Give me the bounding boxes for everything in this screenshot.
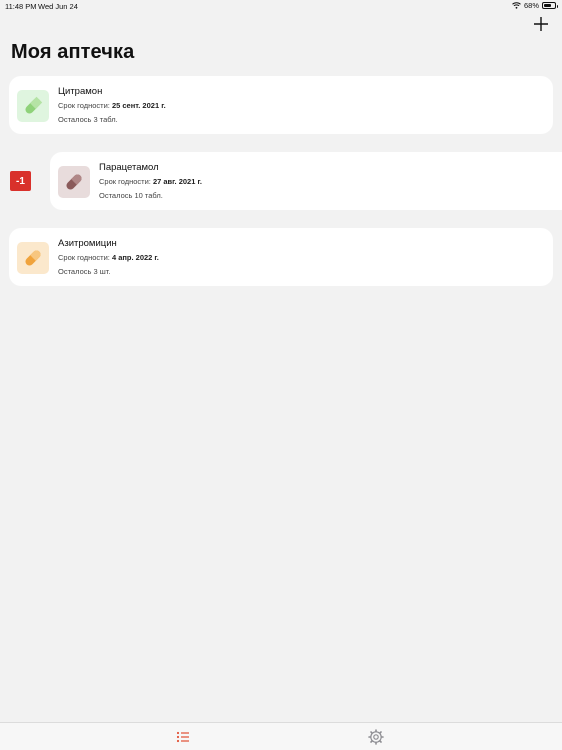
wifi-icon — [512, 2, 521, 9]
expiry-label: Срок годности: — [58, 101, 110, 110]
medicine-remaining: Осталось 10 табл. — [99, 191, 163, 200]
medicine-name: Цитрамон — [58, 86, 103, 97]
pill-tile — [17, 242, 49, 274]
medicine-remaining: Осталось 3 табл. — [58, 115, 118, 124]
pill-icon — [25, 96, 43, 114]
gear-icon — [368, 729, 384, 745]
tab-bar — [0, 722, 562, 750]
medicine-remaining: Осталось 3 шт. — [58, 267, 111, 276]
list-icon — [176, 731, 189, 743]
expiry-label: Срок годности: — [99, 177, 151, 186]
pill-tile — [58, 166, 90, 198]
tab-list[interactable] — [175, 729, 191, 745]
battery-icon — [542, 2, 558, 9]
medicine-card[interactable]: Цитрамон Срок годности: 25 сент. 2021 г.… — [9, 76, 553, 134]
expiry-label: Срок годности: — [58, 253, 110, 262]
add-button[interactable] — [531, 14, 551, 34]
battery-percent: 68% — [523, 1, 539, 10]
status-time: 11:48 PM — [5, 2, 37, 11]
expiry-date: 27 авг. 2021 г. — [152, 177, 202, 186]
medicine-expiry: Срок годности: 27 авг. 2021 г. — [99, 177, 202, 186]
expiry-date: 4 апр. 2022 г. — [111, 253, 159, 262]
medicine-expiry: Срок годности: 4 апр. 2022 г. — [58, 253, 159, 262]
screen: 11:48 PM Wed Jun 24 68% Моя аптечка Цитр… — [0, 0, 562, 750]
pill-icon — [66, 174, 82, 190]
expiry-date: 25 сент. 2021 г. — [111, 101, 166, 110]
tab-settings[interactable] — [368, 729, 384, 745]
status-indicators: 68% — [512, 1, 558, 10]
pill-tile — [17, 90, 49, 122]
medicine-expiry: Срок годности: 25 сент. 2021 г. — [58, 101, 166, 110]
medicine-name: Парацетамол — [99, 162, 159, 173]
medicine-card[interactable]: Парацетамол Срок годности: 27 авг. 2021 … — [50, 152, 562, 210]
pill-icon — [25, 250, 41, 266]
medicine-name: Азитромицин — [58, 238, 117, 249]
status-bar: 11:48 PM Wed Jun 24 68% — [0, 0, 562, 12]
page-title: Моя аптечка — [11, 41, 135, 63]
status-date: Wed Jun 24 — [38, 2, 78, 11]
medicine-card[interactable]: Азитромицин Срок годности: 4 апр. 2022 г… — [9, 228, 553, 286]
decrement-button[interactable]: -1 — [10, 171, 31, 191]
plus-icon — [534, 17, 548, 31]
